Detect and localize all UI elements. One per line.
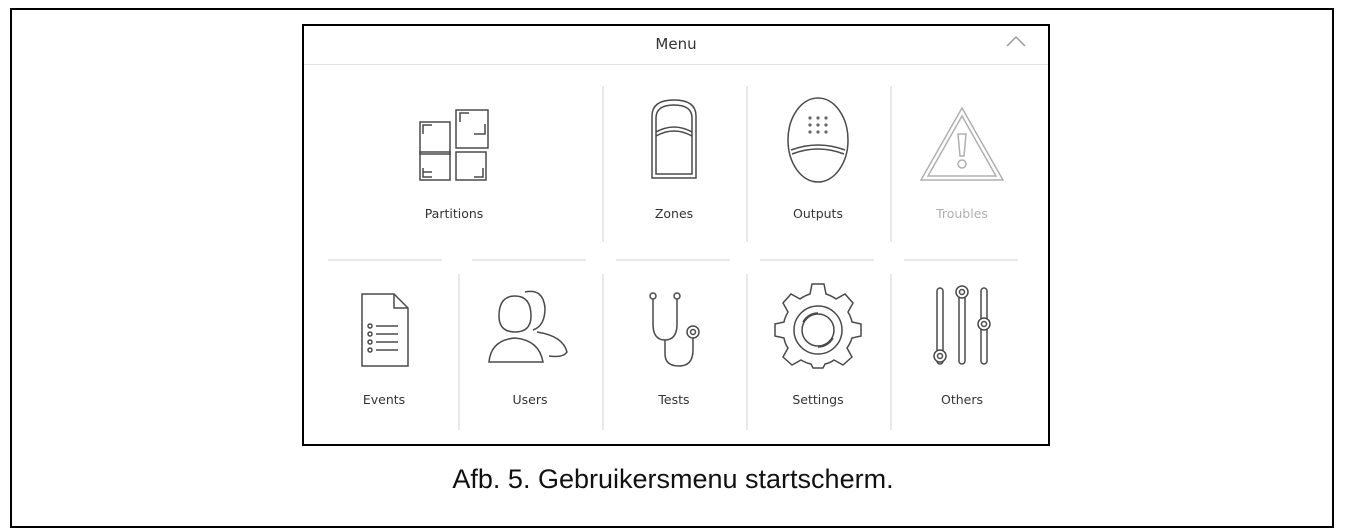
collapse-button[interactable]	[1004, 33, 1028, 51]
tile-label: Tests	[658, 392, 690, 407]
tile-label: Users	[512, 392, 548, 407]
tile-label: Zones	[654, 206, 694, 221]
divider	[472, 259, 586, 261]
stethoscope-icon	[649, 292, 700, 367]
divider	[328, 259, 442, 261]
outputs-icon	[787, 97, 849, 183]
partitions-icon	[419, 109, 489, 181]
tile-outputs[interactable]: Outputs	[748, 96, 888, 236]
tile-settings[interactable]: Settings	[748, 282, 888, 422]
tile-label: Troubles	[936, 206, 988, 221]
tile-others[interactable]: Others	[892, 282, 1032, 422]
gear-icon	[774, 283, 862, 369]
document-icon	[361, 293, 409, 367]
tile-troubles[interactable]: Troubles	[892, 96, 1032, 236]
divider	[760, 259, 874, 261]
tile-partitions[interactable]: Partitions	[314, 96, 594, 236]
sliders-icon	[933, 285, 991, 365]
menu-header: Menu	[304, 26, 1048, 65]
zones-icon	[651, 99, 697, 179]
tile-label: Settings	[792, 392, 844, 407]
page-title: Menu	[655, 35, 697, 53]
warning-icon	[919, 106, 1005, 181]
divider	[616, 259, 730, 261]
keypad-screen: Menu Partitions Zones Outputs Troubles E…	[302, 24, 1050, 446]
divider	[904, 259, 1018, 261]
tile-label: Outputs	[793, 206, 843, 221]
chevron-up-icon	[1006, 35, 1026, 47]
tile-tests[interactable]: Tests	[604, 282, 744, 422]
figure-caption: Afb. 5. Gebruikersmenu startscherm.	[452, 464, 894, 494]
tile-label: Partitions	[424, 206, 484, 221]
tile-label: Others	[940, 392, 983, 407]
tile-label: Events	[362, 392, 406, 407]
tile-users[interactable]: Users	[460, 282, 600, 422]
users-icon	[488, 290, 568, 363]
tile-zones[interactable]: Zones	[604, 96, 744, 236]
tile-events[interactable]: Events	[314, 282, 454, 422]
